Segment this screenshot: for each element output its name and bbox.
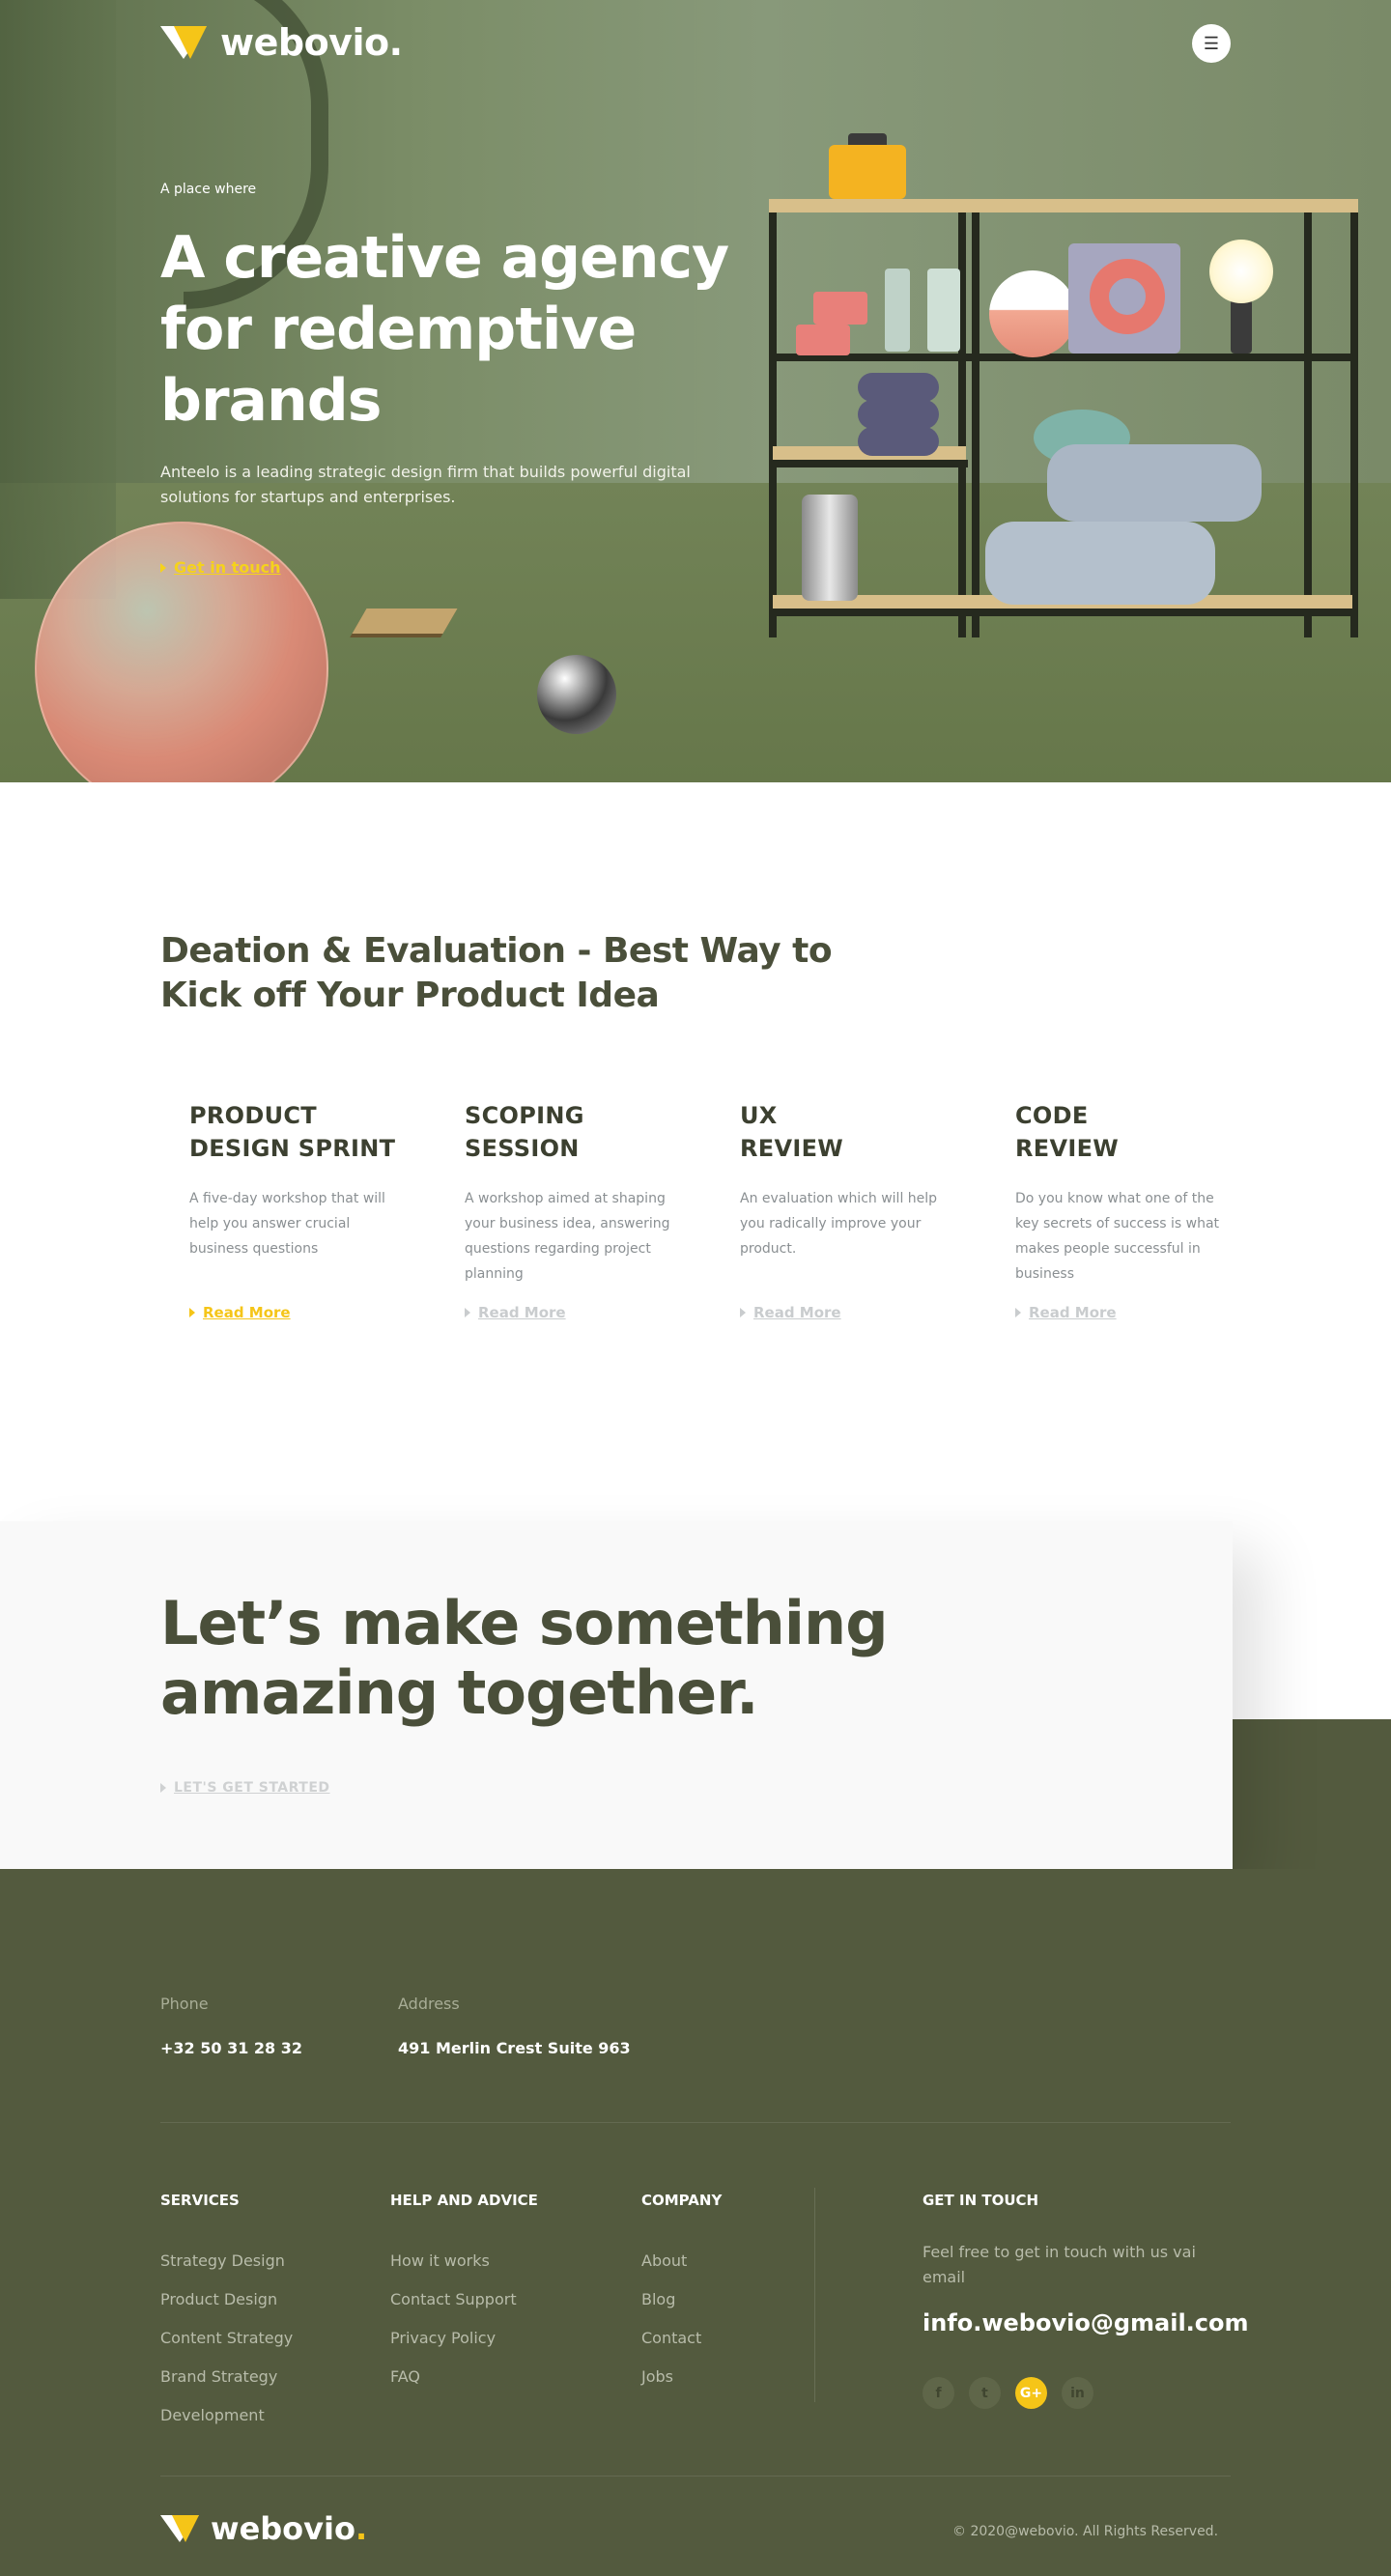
- read-more-link-scoping-session[interactable]: Read More: [465, 1304, 566, 1321]
- top-nav: webovio. ☰: [0, 0, 1391, 87]
- hero-section: webovio. ☰ A place where A creative agen…: [0, 0, 1391, 782]
- company-links: About Blog Contact Jobs: [641, 2242, 701, 2396]
- service-card-title: CODE REVIEW: [1015, 1102, 1120, 1162]
- footer-link[interactable]: Jobs: [641, 2358, 701, 2396]
- footer-link[interactable]: FAQ: [390, 2358, 517, 2396]
- social-links: f t G+ in: [923, 2377, 1093, 2409]
- read-more-link-ux-review[interactable]: Read More: [740, 1304, 841, 1321]
- service-card-title: PRODUCT DESIGN SPRINT: [189, 1102, 396, 1162]
- logo-mark-icon: [160, 26, 207, 59]
- arrow-right-icon: [740, 1308, 746, 1317]
- brand-logo[interactable]: webovio.: [160, 21, 403, 64]
- linkedin-icon[interactable]: in: [1062, 2377, 1093, 2409]
- footer-vertical-divider: [814, 2188, 815, 2402]
- read-more-link-code-review[interactable]: Read More: [1015, 1304, 1117, 1321]
- footer-brand-name: webovio.: [211, 2510, 368, 2547]
- arrow-right-icon: [160, 1783, 166, 1793]
- services-column-title: SERVICES: [160, 2192, 240, 2209]
- footer-link[interactable]: Brand Strategy: [160, 2358, 293, 2396]
- address-label: Address: [398, 1995, 460, 2013]
- service-card-code-review: CODE REVIEW Do you know what one of the k…: [1015, 1099, 1237, 1287]
- get-in-touch-description: Feel free to get in touch with us vai em…: [923, 2243, 1196, 2286]
- get-in-touch-label: Get in touch: [174, 558, 281, 577]
- pink-can-decoration: [796, 325, 850, 355]
- logo-mark-icon: [160, 2515, 199, 2542]
- footer-link[interactable]: Strategy Design: [160, 2242, 293, 2280]
- footer-brand-logo[interactable]: webovio.: [160, 2510, 367, 2547]
- footer: Phone +32 50 31 28 32 Address 491 Merlin…: [0, 1869, 1391, 2576]
- cta-section: Let’s make something amazing together. L…: [0, 1521, 1391, 1869]
- facebook-icon[interactable]: f: [923, 2377, 954, 2409]
- service-card-ux-review: UX REVIEW An evaluation which will help y…: [740, 1099, 962, 1261]
- service-card-description: Do you know what one of the key secrets …: [1015, 1191, 1220, 1282]
- pink-can-decoration: [813, 292, 867, 325]
- twitter-icon[interactable]: t: [969, 2377, 1001, 2409]
- bottle-decoration: [927, 269, 960, 352]
- services-title: Deation & Evaluation - Best Way to Kick …: [160, 931, 833, 1015]
- yellow-jar-decoration: [829, 145, 906, 199]
- footer-link[interactable]: Blog: [641, 2280, 701, 2319]
- copyright-text: © 2020@webovio. All Rights Reserved.: [952, 2524, 1219, 2539]
- services-links: Strategy Design Product Design Content S…: [160, 2242, 293, 2435]
- arrow-right-icon: [189, 1308, 195, 1317]
- service-card-description: An evaluation which will help you radica…: [740, 1191, 938, 1257]
- footer-link[interactable]: Contact Support: [390, 2280, 517, 2319]
- donut-decoration: [1090, 259, 1165, 334]
- cta-panel: Let’s make something amazing together. L…: [0, 1521, 1233, 1869]
- service-card-product-design-sprint: PRODUCT DESIGN SPRINT A five-day workshop…: [189, 1099, 412, 1261]
- metal-can-decoration: [802, 495, 858, 601]
- hero-kicker: A place where: [160, 182, 257, 197]
- lets-get-started-link[interactable]: LET'S GET STARTED: [160, 1780, 330, 1796]
- services-section: Deation & Evaluation - Best Way to Kick …: [0, 782, 1391, 1521]
- help-links: How it works Contact Support Privacy Pol…: [390, 2242, 517, 2396]
- footer-link[interactable]: About: [641, 2242, 701, 2280]
- phone-label: Phone: [160, 1995, 209, 2013]
- phone-value[interactable]: +32 50 31 28 32: [160, 2039, 302, 2057]
- wood-plank-decoration: [352, 609, 458, 634]
- google-plus-icon[interactable]: G+: [1015, 2377, 1047, 2409]
- get-in-touch-title: GET IN TOUCH: [923, 2192, 1039, 2209]
- pillow-decoration: [985, 522, 1215, 605]
- lamp-base-decoration: [1231, 299, 1252, 354]
- service-card-title: SCOPING SESSION: [465, 1102, 584, 1162]
- email-link[interactable]: info.webovio@gmail.com: [923, 2309, 1249, 2336]
- service-card-description: A five-day workshop that will help you a…: [189, 1191, 385, 1257]
- service-card-title: UX REVIEW: [740, 1102, 844, 1162]
- help-column-title: HELP AND ADVICE: [390, 2192, 538, 2209]
- hero-description: Anteelo is a leading strategic design fi…: [160, 463, 691, 506]
- stacked-ring-decoration: [858, 427, 939, 456]
- footer-link[interactable]: Content Strategy: [160, 2319, 293, 2358]
- arrow-right-icon: [1015, 1308, 1021, 1317]
- get-in-touch-link[interactable]: Get in touch: [160, 558, 281, 577]
- menu-button[interactable]: ☰: [1192, 24, 1231, 63]
- hero-title: A creative agency for redemptive brands: [160, 224, 729, 435]
- arrow-right-icon: [465, 1308, 470, 1317]
- footer-divider: [160, 2476, 1231, 2477]
- footer-link[interactable]: How it works: [390, 2242, 517, 2280]
- stacked-ring-decoration: [858, 373, 939, 402]
- footer-divider: [160, 2122, 1231, 2123]
- footer-link[interactable]: Contact: [641, 2319, 701, 2358]
- footer-link[interactable]: Development: [160, 2396, 293, 2435]
- service-card-description: A workshop aimed at shaping your busines…: [465, 1191, 670, 1282]
- stacked-ring-decoration: [858, 400, 939, 429]
- service-card-scoping-session: SCOPING SESSION A workshop aimed at shapi…: [465, 1099, 687, 1287]
- read-more-link-product-design-sprint[interactable]: Read More: [189, 1304, 291, 1321]
- chrome-ball-decoration: [537, 655, 616, 734]
- arrow-right-icon: [160, 562, 166, 573]
- address-value: 491 Merlin Crest Suite 963: [398, 2039, 631, 2057]
- company-column-title: COMPANY: [641, 2192, 723, 2209]
- footer-link[interactable]: Privacy Policy: [390, 2319, 517, 2358]
- hero-pillar-decoration: [0, 0, 116, 599]
- brand-name: webovio.: [220, 21, 403, 64]
- pillow-decoration: [1047, 444, 1262, 522]
- footer-link[interactable]: Product Design: [160, 2280, 293, 2319]
- hamburger-icon: ☰: [1203, 34, 1220, 53]
- cta-title: Let’s make something amazing together.: [160, 1588, 889, 1728]
- bottle-decoration: [885, 269, 910, 352]
- half-ball-decoration: [989, 270, 1076, 357]
- lamp-decoration: [1209, 240, 1273, 303]
